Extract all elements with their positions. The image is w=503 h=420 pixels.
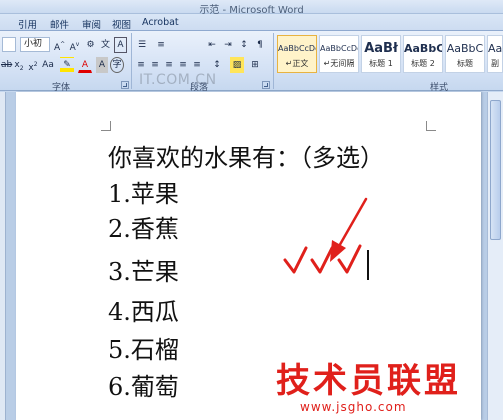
title-bar: 示范 - Microsoft Word xyxy=(0,0,503,16)
style-preview: AaBł xyxy=(364,41,398,56)
shading-icon[interactable]: ▨ xyxy=(230,57,244,73)
align-center-icon[interactable]: ≡ xyxy=(149,57,161,73)
align-left-icon[interactable]: ≡ xyxy=(135,57,147,73)
style-name: 副 xyxy=(491,59,499,68)
option-1[interactable]: 1.苹果 xyxy=(108,174,179,209)
annotation-arrow-icon xyxy=(330,197,368,262)
chinese-layout-icon[interactable]: ↕ xyxy=(237,37,251,53)
highlight-icon[interactable]: ✎ xyxy=(60,57,74,73)
style-name: 标题 1 xyxy=(369,59,393,68)
style-heading-2[interactable]: AaBbC 标题 2 xyxy=(403,35,443,73)
question-text[interactable]: 你喜欢的水果有：（多选） xyxy=(108,138,384,173)
style-subtitle[interactable]: AaB 副 xyxy=(487,35,503,73)
option-2[interactable]: 2.香蕉 xyxy=(108,209,179,244)
show-marks-icon[interactable]: ¶ xyxy=(253,37,267,53)
vertical-ruler xyxy=(0,92,6,420)
subscript-icon[interactable]: x2 xyxy=(13,57,25,73)
style-preview: AaBbC xyxy=(404,42,442,55)
font-name-combo[interactable] xyxy=(2,37,16,52)
clear-format-icon[interactable]: ⚙ xyxy=(84,37,97,53)
group-separator xyxy=(273,33,274,89)
style-name: 标题 2 xyxy=(411,59,435,68)
numbering-icon[interactable]: ≡ xyxy=(154,37,168,53)
style-name: ↵无间隔 xyxy=(323,59,355,68)
option-6[interactable]: 6.葡萄 xyxy=(108,367,179,402)
grow-font-icon[interactable]: A^ xyxy=(53,37,66,53)
tab-acrobat[interactable]: Acrobat xyxy=(142,17,179,28)
enclose-char-icon[interactable]: 字 xyxy=(110,57,124,73)
group-separator xyxy=(131,33,132,89)
ribbon: 小初 A^ Av ⚙ 文 A ab x2 x2 Aa ✎ A A 字 字体 ☰ … xyxy=(0,31,503,93)
line-spacing-icon[interactable]: ↕ xyxy=(210,57,224,73)
decrease-indent-icon[interactable]: ⇤ xyxy=(205,37,219,53)
brand-logo: 技术员联盟 xyxy=(276,353,491,401)
tab-review[interactable]: 审阅 xyxy=(82,17,101,31)
shrink-font-icon[interactable]: Av xyxy=(68,37,81,53)
tab-mailings[interactable]: 邮件 xyxy=(50,17,69,31)
paragraph-dialog-launcher[interactable] xyxy=(262,81,270,89)
char-shading-icon[interactable]: A xyxy=(96,57,108,73)
char-border-icon[interactable]: A xyxy=(114,37,127,53)
style-name: ↵正文 xyxy=(285,59,309,68)
style-name: 标题 xyxy=(457,59,473,68)
justify-icon[interactable]: ≡ xyxy=(177,57,189,73)
style-heading-1[interactable]: AaBł 标题 1 xyxy=(361,35,401,73)
font-size-combo[interactable]: 小初 xyxy=(20,37,50,52)
tab-view[interactable]: 视图 xyxy=(112,17,131,31)
style-preview: AaBbC xyxy=(446,42,484,55)
style-preview: AaBbCcDd xyxy=(320,44,358,53)
style-preview: AaBbCcDd xyxy=(278,44,316,53)
style-no-spacing[interactable]: AaBbCcDd ↵无间隔 xyxy=(319,35,359,73)
increase-indent-icon[interactable]: ⇥ xyxy=(221,37,235,53)
distribute-icon[interactable]: ≡ xyxy=(191,57,203,73)
align-right-icon[interactable]: ≡ xyxy=(163,57,175,73)
font-color-icon[interactable]: A xyxy=(78,57,92,73)
borders-icon[interactable]: ⊞ xyxy=(248,57,262,73)
style-preview: AaB xyxy=(488,42,502,55)
style-normal[interactable]: AaBbCcDd ↵正文 xyxy=(277,35,317,73)
brand-url: www.jsgho.com xyxy=(300,400,407,414)
option-3[interactable]: 3.芒果 xyxy=(108,252,179,287)
phonetic-guide-icon[interactable]: 文 xyxy=(99,37,112,53)
scrollbar-thumb[interactable] xyxy=(490,100,501,240)
brand-name: 技术员联盟 xyxy=(276,361,461,401)
tab-references[interactable]: 引用 xyxy=(18,17,37,31)
option-4[interactable]: 4.西瓜 xyxy=(108,292,179,327)
superscript-icon[interactable]: x2 xyxy=(27,57,39,73)
bullets-icon[interactable]: ☰ xyxy=(135,37,149,53)
style-title[interactable]: AaBbC 标题 xyxy=(445,35,485,73)
ribbon-tabs: 引用 邮件 审阅 视图 Acrobat xyxy=(0,14,503,31)
font-dialog-launcher[interactable] xyxy=(121,81,129,89)
margin-corner-marker xyxy=(426,121,436,131)
margin-corner-marker xyxy=(101,121,111,131)
option-5[interactable]: 5.石榴 xyxy=(108,330,179,365)
change-case-icon[interactable]: Aa xyxy=(41,57,55,73)
strikethrough-icon[interactable]: ab xyxy=(0,57,12,73)
